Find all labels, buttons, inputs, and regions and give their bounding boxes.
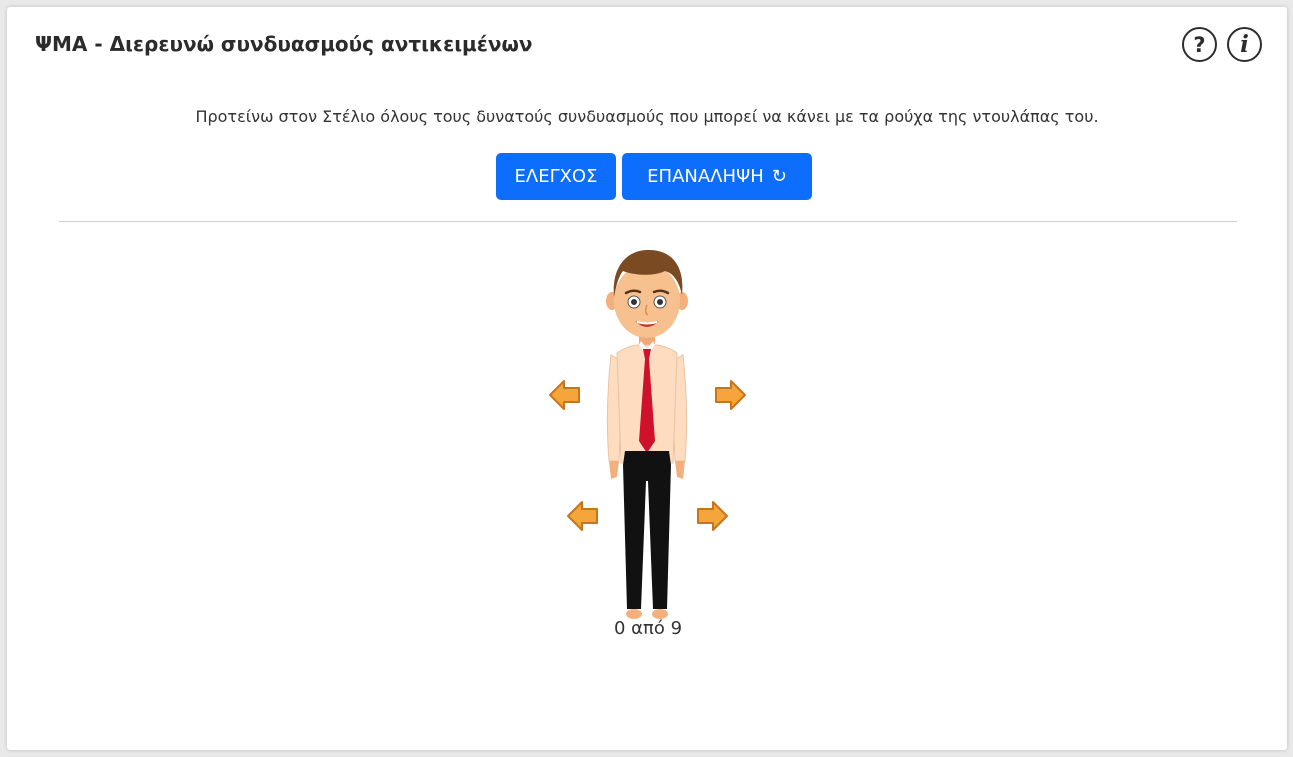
check-button[interactable]: ΕΛΕΓΧΟΣ xyxy=(496,153,616,200)
progress-counter: 0 από 9 xyxy=(613,618,683,639)
refresh-icon: ↻ xyxy=(771,165,787,187)
shirt-next-arrow-icon[interactable] xyxy=(713,379,747,411)
help-icon[interactable]: ? xyxy=(1182,27,1217,62)
repeat-button-label: ΕΠΑΝΑΛΗΨΗ xyxy=(647,166,764,187)
header-icons: ? i xyxy=(1182,27,1262,62)
activity-card: ΨΜΑ - Διερευνώ συνδυασμούς αντικειμένων … xyxy=(7,7,1287,750)
instruction-text: Προτείνω στον Στέλιο όλους τους δυνατούς… xyxy=(195,107,1099,126)
check-button-label: ΕΛΕΓΧΟΣ xyxy=(514,166,598,187)
info-icon[interactable]: i xyxy=(1227,27,1262,62)
page-title: ΨΜΑ - Διερευνώ συνδυασμούς αντικειμένων xyxy=(35,32,533,56)
trousers xyxy=(623,451,671,609)
character-figure xyxy=(606,249,688,619)
repeat-button[interactable]: ΕΠΑΝΑΛΗΨΗ ↻ xyxy=(622,153,812,200)
divider xyxy=(59,221,1237,222)
shirt-prev-arrow-icon[interactable] xyxy=(548,379,582,411)
action-buttons: ΕΛΕΓΧΟΣ ΕΠΑΝΑΛΗΨΗ ↻ xyxy=(14,153,1293,200)
